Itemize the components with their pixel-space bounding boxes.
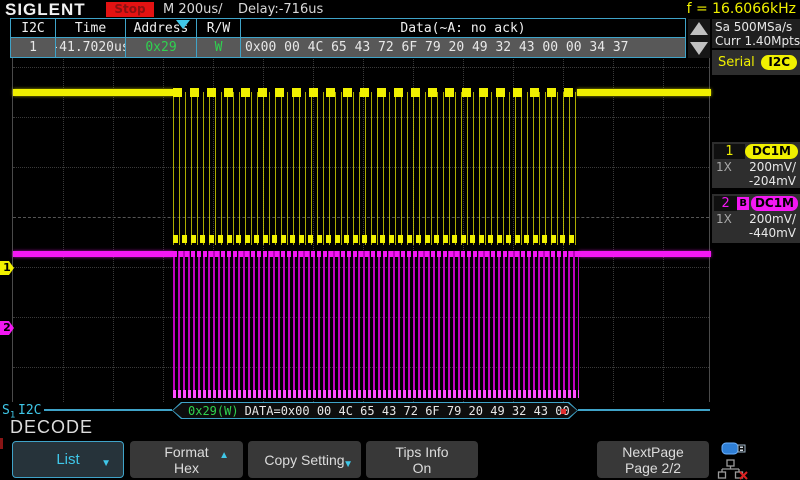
packet-payload: DATA=0x00 00 4C 65 43 72 6F 79 20 49 32 … (245, 404, 570, 418)
menu-title: DECODE (10, 417, 93, 438)
copy-setting-button[interactable]: Copy Setting ▼ (248, 441, 361, 478)
ch1-trace-burst-low (173, 235, 578, 243)
channel1-coupling-badge: DC1M (745, 144, 798, 159)
channel2-scale: 200mV/ (749, 212, 796, 226)
oscilloscope-screen: SIGLENT Stop M 200us/ Delay:-716us f = 1… (0, 0, 800, 480)
ch1-trace-burst (173, 92, 578, 245)
scroll-down-icon[interactable] (690, 42, 708, 55)
chevron-down-icon: ▼ (343, 457, 353, 473)
channel2-bandwidth-badge: B (737, 197, 749, 210)
chevron-up-icon: ▲ (219, 448, 229, 464)
ch2-trace-burst-high (173, 251, 579, 257)
bus-line-left (44, 409, 172, 411)
format-button-value: Hex (174, 460, 199, 476)
chevron-down-icon: ▼ (101, 456, 111, 472)
list-button[interactable]: List ▼ (12, 441, 124, 478)
header-protocol: I2C (11, 19, 56, 37)
channel1-descriptor[interactable]: 1 DC1M 1X 200mV/ -204mV (712, 142, 800, 188)
copy-setting-label: Copy Setting (264, 452, 344, 468)
trigger-position-icon (176, 20, 190, 29)
header-rw: R/W (197, 19, 241, 37)
brand-logo: SIGLENT (5, 0, 86, 20)
acquisition-readout: Sa 500MSa/s Curr 1.40Mpts (712, 19, 800, 48)
table-scrollbar (688, 19, 710, 58)
channel2-coupling-badge: DC1M (751, 196, 798, 211)
header-time: Time (56, 19, 126, 37)
ch1-trace-idle-right (577, 89, 711, 96)
header-data: Data(~A: no ack) (241, 19, 685, 37)
bus-protocol-label: I2C (18, 403, 41, 418)
format-button-label: Format (164, 444, 208, 460)
channel1-probe: 1X (716, 160, 732, 174)
cell-index: 1 (11, 38, 56, 57)
trigger-delay-readout: Delay:-716us (238, 2, 323, 17)
channel1-number: 1 (714, 144, 745, 159)
tips-info-label: Tips Info (395, 444, 448, 460)
decode-table-header: I2C Time Address R/W Data(~A: no ack) (11, 19, 685, 38)
run-state-badge: Stop (106, 2, 154, 17)
table-row[interactable]: 1 -41.7020us 0x29 W 0x00 00 4C 65 43 72 … (11, 38, 685, 57)
ch1-trace-burst-high (173, 88, 578, 97)
grid-hline (13, 67, 709, 68)
grid-vline (663, 42, 664, 402)
channel2-offset: -440mV (749, 226, 796, 240)
grid-vline (63, 42, 64, 402)
grid-vline (113, 42, 114, 402)
serial-decode-status[interactable]: Serial I2C (712, 50, 800, 75)
serial-label: Serial (718, 55, 755, 70)
decode-packet: 0x29(W) DATA=0x00 00 4C 65 43 72 6F 79 2… (172, 402, 578, 419)
ch1-trace-idle-left (13, 89, 173, 96)
waveform-graticule (12, 42, 710, 402)
grid-vline (163, 42, 164, 402)
cell-time: -41.7020us (56, 38, 126, 57)
channel2-descriptor[interactable]: 2 B DC1M 1X 200mV/ -440mV (712, 194, 800, 243)
channel2-number: 2 (714, 196, 737, 211)
packet-address: 0x29(W) (188, 404, 239, 418)
next-page-value: Page 2/2 (625, 460, 681, 476)
memory-depth: Curr 1.40Mpts (715, 34, 798, 48)
next-page-button[interactable]: NextPage Page 2/2 (597, 441, 709, 478)
tips-info-button[interactable]: Tips Info On (366, 441, 478, 478)
lan-icon (719, 460, 743, 478)
frequency-counter: f = 16.6066kHz (687, 1, 796, 17)
grid-vline (613, 42, 614, 402)
stop-bit-icon (561, 409, 566, 414)
panel-edge-mark (0, 438, 3, 449)
ch2-trace-idle-right (579, 251, 711, 257)
cell-address: 0x29 (126, 38, 197, 57)
timebase-readout: M 200us/ (163, 2, 223, 17)
channel2-probe: 1X (716, 212, 732, 226)
format-button[interactable]: Format Hex ▲ (130, 441, 243, 478)
sample-rate: Sa 500MSa/s (715, 20, 798, 34)
next-page-label: NextPage (622, 444, 683, 460)
scroll-up-icon[interactable] (690, 22, 708, 35)
lan-disconnected-icon (740, 472, 747, 479)
tips-info-value: On (413, 460, 432, 476)
bus-line-right (578, 409, 710, 411)
channel1-offset: -204mV (749, 174, 796, 188)
io-status-icons (716, 440, 752, 480)
decode-event-table: I2C Time Address R/W Data(~A: no ack) 1 … (10, 18, 686, 58)
serial-type-badge: I2C (761, 55, 797, 70)
channel1-scale: 200mV/ (749, 160, 796, 174)
usb-and-lan-icons (716, 440, 752, 480)
cell-rw: W (197, 38, 241, 57)
usb-icon (722, 443, 745, 454)
ch2-trace-burst (173, 251, 579, 398)
ch2-trace-idle-left (13, 251, 173, 257)
ch2-trace-burst-low (173, 390, 579, 398)
list-button-label: List (56, 452, 79, 468)
cell-data: 0x00 00 4C 65 43 72 6F 79 20 49 32 43 00… (241, 38, 685, 57)
